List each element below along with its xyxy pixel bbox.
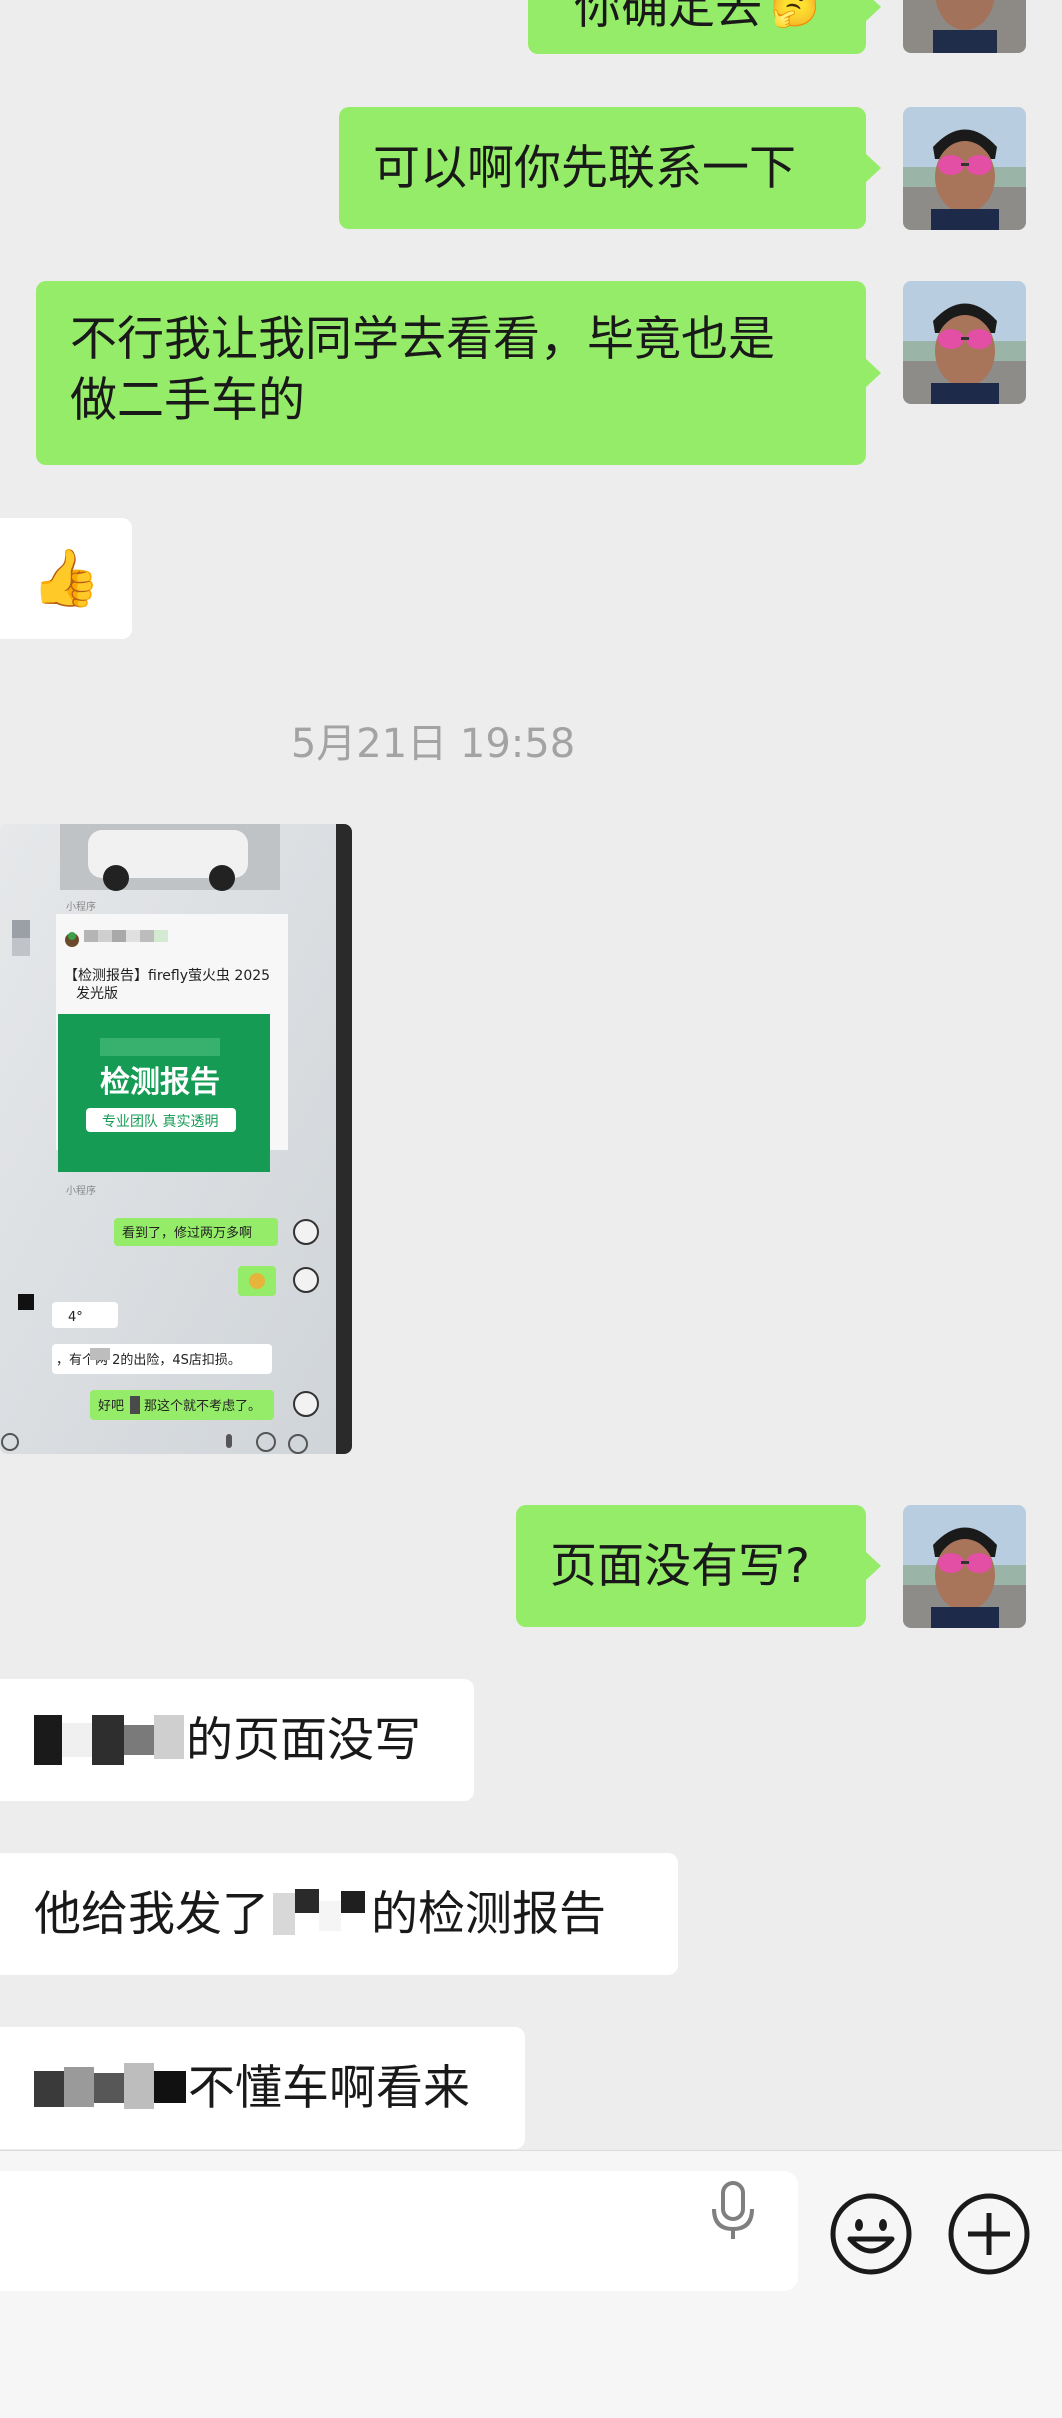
pixelated-redaction bbox=[34, 1715, 184, 1765]
my-avatar[interactable] bbox=[903, 1505, 1026, 1628]
inner-message: 那这个就不考虑了。 bbox=[144, 1398, 261, 1414]
message-text-line-2: 做二手车的 bbox=[70, 373, 305, 428]
message-text: 不懂车啊看来 bbox=[188, 2060, 470, 2116]
message-timestamp: 5月21日 19:58 bbox=[290, 721, 576, 767]
my-avatar[interactable] bbox=[903, 107, 1026, 230]
message-bubble[interactable]: 不懂车啊看来 bbox=[0, 2027, 525, 2149]
my-avatar[interactable] bbox=[903, 281, 1026, 404]
message-text-suffix: 的检测报告 bbox=[371, 1886, 606, 1942]
message-text: 可以啊你先联系一下 bbox=[373, 140, 796, 196]
message-text-line-1: 不行我让我同学去看看，毕竟也是 bbox=[70, 312, 775, 367]
smiley-icon[interactable] bbox=[828, 2191, 914, 2277]
image-message[interactable]: 【检测报告】firefly萤火虫 2025 发光版 检测报告 专业团队 真实透明… bbox=[0, 824, 352, 1454]
message-bubble[interactable]: 不行我让我同学去看看，毕竟也是 做二手车的 bbox=[36, 281, 881, 465]
card-banner-title: 检测报告 bbox=[100, 1065, 220, 1100]
card-banner-sub: 专业团队 真实透明 bbox=[102, 1114, 218, 1130]
message-bubble-partial[interactable]: 你确定去 🤔 bbox=[528, 0, 881, 54]
message-text-prefix: 他给我发了 bbox=[34, 1886, 269, 1942]
message-text: 页面没有写? bbox=[550, 1538, 810, 1594]
chat-area[interactable]: 你确定去 🤔 可以啊你先联系一下 不行我让我同学去看看，毕竟也是 做二手车的 👍… bbox=[0, 0, 1062, 2150]
thumbs-up-icon: 👍 bbox=[31, 546, 101, 611]
emoji-icon: 🤔 bbox=[770, 0, 820, 30]
card-title-line-2: 发光版 bbox=[76, 986, 118, 1002]
inner-message: 4° bbox=[68, 1310, 83, 1325]
message-bubble[interactable]: 的页面没写 bbox=[0, 1679, 474, 1801]
plus-circle-icon[interactable] bbox=[946, 2191, 1032, 2277]
message-bubble[interactable]: 他给我发了 的检测报告 bbox=[0, 1853, 678, 1975]
pixelated-redaction bbox=[269, 1889, 369, 1939]
inner-message: 看到了，修过两万多啊 bbox=[122, 1225, 252, 1241]
inner-message: ，有个两 2的出险，4S店扣损。 bbox=[56, 1352, 241, 1368]
input-bar bbox=[0, 2150, 1062, 2418]
my-avatar[interactable] bbox=[903, 0, 1026, 53]
card-title-line-1: 【检测报告】firefly萤火虫 2025 bbox=[64, 968, 270, 984]
message-bubble[interactable]: 可以啊你先联系一下 bbox=[339, 107, 881, 229]
message-text: 的页面没写 bbox=[186, 1712, 421, 1768]
inner-message: 好吧 bbox=[98, 1399, 124, 1414]
message-bubble[interactable]: 页面没有写? bbox=[516, 1505, 881, 1627]
message-text: 你确定去 bbox=[574, 0, 763, 35]
microphone-icon[interactable] bbox=[708, 2179, 758, 2243]
message-bubble-emoji[interactable]: 👍 bbox=[0, 518, 132, 639]
mini-program-tag: 小程序 bbox=[66, 900, 96, 913]
message-input[interactable] bbox=[0, 2171, 798, 2291]
mini-program-tag: 小程序 bbox=[66, 1184, 96, 1197]
pixelated-redaction bbox=[34, 2063, 186, 2113]
